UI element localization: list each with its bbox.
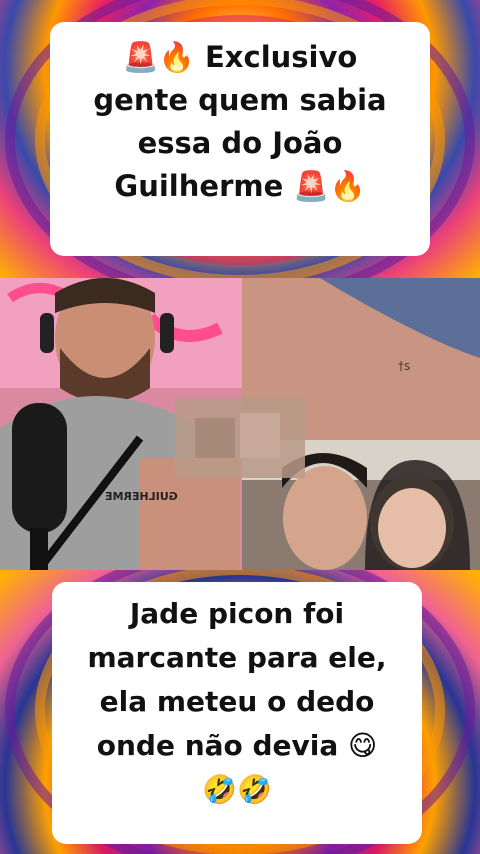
svg-text:†s: †s (398, 359, 410, 373)
bottom-caption-line: 🤣🤣 (202, 773, 272, 806)
top-caption-line: gente quem sabia (93, 83, 387, 117)
bottom-caption-line: Jade picon foi (129, 597, 345, 630)
top-caption-line: essa do João (137, 126, 343, 160)
video-frame[interactable]: †s GUILHERME (0, 278, 480, 570)
bottom-caption-line: ela meteu o dedo (99, 685, 375, 718)
shirt-text: GUILHERME (105, 490, 178, 503)
bottom-caption-line: marcante para ele, (87, 641, 387, 674)
top-caption-line: 🚨🔥 Exclusivo (122, 40, 358, 74)
video-collage: †s (0, 278, 480, 570)
bottom-caption-line: onde não devia 😋 (96, 729, 378, 762)
top-caption-line: Guilherme 🚨🔥 (114, 169, 366, 203)
top-caption: 🚨🔥 Exclusivo gente quem sabia essa do Jo… (50, 22, 430, 256)
bottom-caption: Jade picon foi marcante para ele, ela me… (52, 582, 422, 844)
